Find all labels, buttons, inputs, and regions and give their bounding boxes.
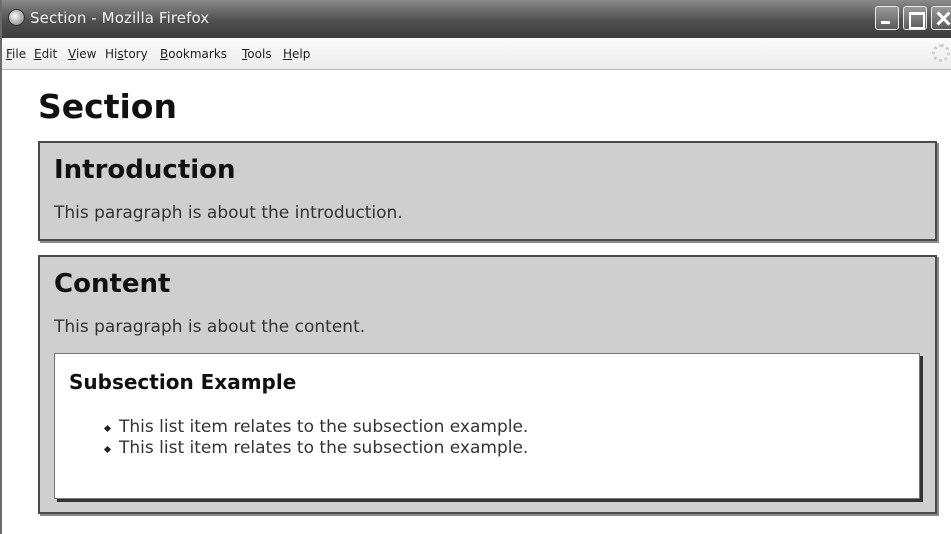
content-heading: Content: [54, 269, 171, 299]
page-title: Section: [38, 87, 177, 126]
introduction-section: Introduction This paragraph is about the…: [38, 141, 937, 241]
firefox-logo-icon: [8, 9, 25, 26]
menu-history[interactable]: History: [105, 47, 148, 61]
subsection-heading: Subsection Example: [69, 370, 297, 394]
maximize-button[interactable]: [903, 6, 927, 30]
menu-bookmarks[interactable]: Bookmarks: [160, 47, 227, 61]
subsection-list: This list item relates to the subsection…: [101, 417, 528, 459]
close-button[interactable]: [931, 6, 951, 30]
list-item: This list item relates to the subsection…: [101, 417, 528, 438]
menu-help[interactable]: Help: [283, 47, 310, 61]
menu-edit[interactable]: Edit: [34, 47, 57, 61]
menu-bar: File Edit View History Bookmarks Tools H…: [2, 38, 951, 70]
introduction-heading: Introduction: [54, 155, 236, 185]
menu-file[interactable]: File: [6, 47, 26, 61]
minimize-button[interactable]: [875, 6, 899, 30]
loading-throbber-icon: [932, 44, 950, 62]
list-item: This list item relates to the subsection…: [101, 438, 528, 459]
content-section: Content This paragraph is about the cont…: [38, 255, 937, 514]
subsection-box: Subsection Example This list item relate…: [54, 353, 920, 499]
content-paragraph: This paragraph is about the content.: [54, 317, 366, 337]
browser-window: Section - Mozilla Firefox File Edit View…: [0, 0, 951, 534]
introduction-paragraph: This paragraph is about the introduction…: [54, 203, 403, 223]
menu-view[interactable]: View: [68, 47, 96, 61]
window-title: Section - Mozilla Firefox: [30, 9, 210, 27]
title-bar[interactable]: Section - Mozilla Firefox: [2, 0, 951, 38]
menu-tools[interactable]: Tools: [242, 47, 272, 61]
page-content: Section Introduction This paragraph is a…: [4, 71, 951, 534]
